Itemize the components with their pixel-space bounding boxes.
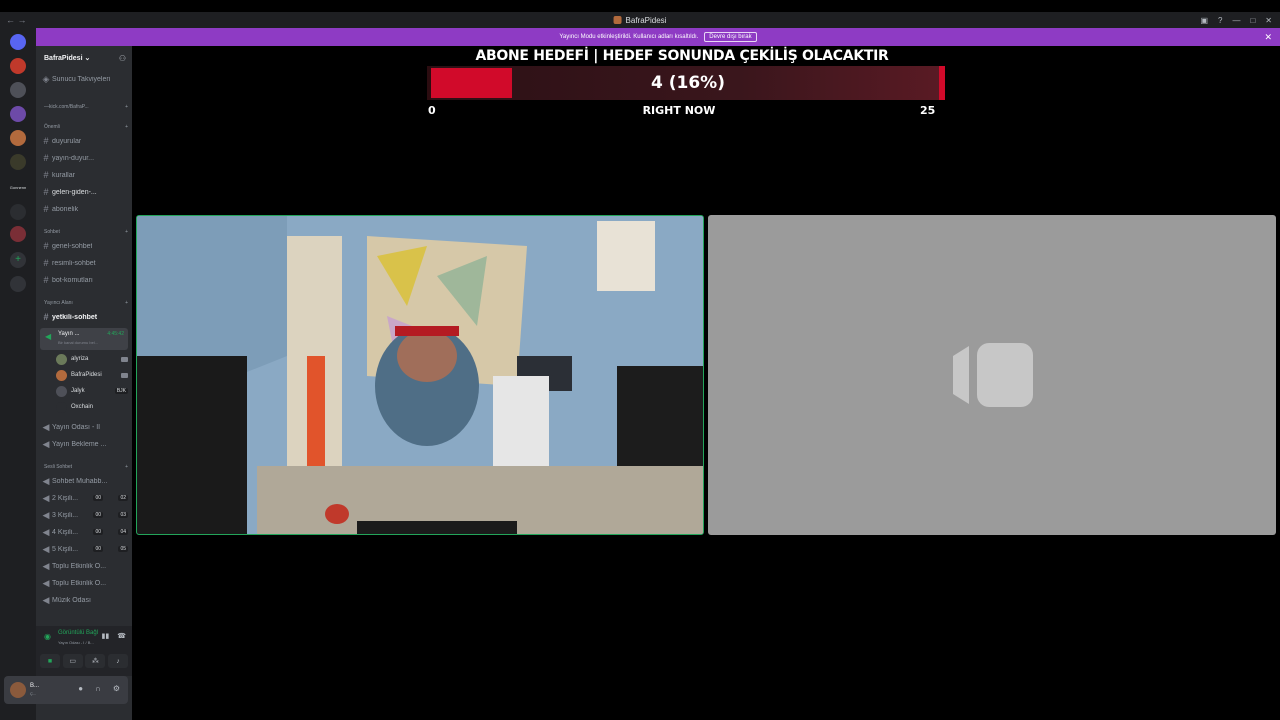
camera-icon xyxy=(121,356,128,362)
streamer-mode-notice: Yayıncı Modu etkinleştirildi. Kullanıcı … xyxy=(36,28,1280,46)
channel-gelen-giden[interactable]: # gelen-giden-... xyxy=(40,185,128,199)
avatar[interactable] xyxy=(10,682,26,698)
category-chat[interactable]: Sohbet + xyxy=(44,229,128,235)
title-bar: ← → BafraPidesi ▣ ? — □ ✕ xyxy=(0,12,1280,28)
channel-duyurular[interactable]: # duyurular xyxy=(40,134,128,148)
signal-icon: ◉ xyxy=(44,632,51,641)
disable-streamer-mode-button[interactable]: Devre dışı bırak xyxy=(704,32,757,42)
window-controls: ▣ ? — □ ✕ xyxy=(1200,16,1272,25)
notice-text: Yayıncı Modu etkinleştirildi. Kullanıcı … xyxy=(559,34,699,40)
video-tile-webcam[interactable] xyxy=(136,215,704,535)
server-icon-7[interactable] xyxy=(10,226,26,242)
window-title: BafraPidesi xyxy=(613,16,666,25)
server-icon-6[interactable] xyxy=(10,204,26,220)
camera-icon xyxy=(121,372,128,378)
server-list: Gonnenn + xyxy=(0,28,36,720)
channel-resimli-sohbet[interactable]: # resimli-sohbet xyxy=(40,256,128,270)
server-icon-5[interactable] xyxy=(10,154,26,170)
voice-channel[interactable]: ◀ Müzik Odası xyxy=(40,593,128,607)
avatar xyxy=(56,369,67,381)
server-name[interactable]: BafraPidesi ⌄ xyxy=(44,54,90,62)
help-icon[interactable]: ? xyxy=(1218,16,1222,25)
category-streamer-area[interactable]: Yayıncı Alanı + xyxy=(44,300,128,306)
channel-sidebar: BafraPidesi ⌄ ⚇ ◈ Sunucu Takviyeleri —kic… xyxy=(36,46,132,720)
voice-channel[interactable]: ◀ 3 Kişili... 00 03 xyxy=(40,508,128,522)
voice-channel[interactable]: ◀ 2 Kişili... 00 02 xyxy=(40,491,128,505)
server-icon-3[interactable] xyxy=(10,106,26,122)
inbox-icon[interactable]: ▣ xyxy=(1200,16,1208,25)
disconnect-icon[interactable]: ☎ xyxy=(117,632,126,640)
voice-channel[interactable]: ◀ Sohbet Muhabb... xyxy=(40,474,128,488)
minimize-icon[interactable]: — xyxy=(1232,16,1240,25)
server-boosts[interactable]: ◈ Sunucu Takviyeleri xyxy=(40,72,128,86)
channel-yayin-duyur[interactable]: # yayın-duyur... xyxy=(40,151,128,165)
server-icon-1[interactable] xyxy=(10,58,26,74)
voice-channel[interactable]: ◀ 5 Kişili... 00 05 xyxy=(40,542,128,556)
goal-title: ABONE HEDEFİ | HEDEF SONUNDA ÇEKİLİŞ OLA… xyxy=(475,48,889,64)
voice-member[interactable]: Jalyk BJK xyxy=(56,384,128,398)
voice-channel-yayin-odasi-2[interactable]: ◀ Yayın Odası - II xyxy=(40,420,128,434)
voice-channel[interactable]: ◀ Toplu Etkinlik O... xyxy=(40,559,128,573)
channel-abonelik[interactable]: # abonelik xyxy=(40,202,128,216)
channel-yetkili-sohbet[interactable]: # yetkili-sohbet xyxy=(40,310,128,324)
category-voice-chat[interactable]: Sesli Sohbet + xyxy=(44,464,128,470)
camera-button[interactable]: ■ xyxy=(40,654,60,668)
channel-kurallar[interactable]: # kurallar xyxy=(40,168,128,182)
voice-channel[interactable]: ◀ Toplu Etkinlik O... xyxy=(40,576,128,590)
voice-member[interactable]: BafraPidesi xyxy=(56,368,128,382)
microphone-icon[interactable]: ● xyxy=(78,684,83,693)
avatar xyxy=(56,353,67,365)
server-icon-2[interactable] xyxy=(10,82,26,98)
discover-icon[interactable] xyxy=(10,276,26,292)
headphones-icon[interactable]: ∩ xyxy=(95,684,101,693)
goal-min: 0 xyxy=(428,104,436,117)
goal-value: 4 (16%) xyxy=(651,73,725,93)
video-tile-camera-off[interactable] xyxy=(708,215,1276,535)
channel-bot-komutlari[interactable]: # bot-komutları xyxy=(40,273,128,287)
avatar xyxy=(56,385,67,397)
noise-suppression-icon[interactable]: ▮▮ xyxy=(102,632,110,640)
voice-channel[interactable]: ◀ 4 Kişili... 00 04 xyxy=(40,525,128,539)
maximize-icon[interactable]: □ xyxy=(1250,16,1255,25)
goal-now-label: RIGHT NOW xyxy=(642,104,716,117)
add-member-icon[interactable]: ⚇ xyxy=(119,54,126,63)
close-notice-icon[interactable]: ✕ xyxy=(1264,32,1272,43)
soundboard-button[interactable]: ♪ xyxy=(107,654,128,668)
voice-member[interactable]: Oxchain xyxy=(56,400,128,414)
close-window-icon[interactable]: ✕ xyxy=(1265,16,1272,25)
webcam-feed xyxy=(137,216,703,534)
avatar xyxy=(56,401,67,413)
boost-icon: ◈ xyxy=(42,73,50,84)
goal-max: 25 xyxy=(920,104,936,117)
server-icon-4[interactable] xyxy=(10,130,26,146)
voice-channel-yayin-bekleme[interactable]: ◀ Yayın Bekleme ... xyxy=(40,437,128,451)
screen-share-button[interactable]: ▭ xyxy=(62,654,83,668)
speaker-icon: ◀ xyxy=(45,332,52,341)
discord-home-icon[interactable] xyxy=(10,34,26,50)
server-icon xyxy=(613,16,622,24)
channel-genel-sohbet[interactable]: # genel-sohbet xyxy=(40,239,128,253)
activities-button[interactable]: ⁂ xyxy=(85,654,106,668)
goal-progress-bar: 4 (16%) xyxy=(427,66,945,100)
camera-off-icon xyxy=(953,343,1033,407)
voice-connection-panel: ◉ Görüntülü Bağl Yayın Odası - I / B... … xyxy=(36,626,132,676)
category-important[interactable]: Önemli + xyxy=(44,124,128,130)
active-voice-channel[interactable]: ◀ Yayın ... 4:45:42 Bir kanal durumu bel… xyxy=(40,328,128,350)
voice-member[interactable]: alyriza xyxy=(56,352,128,366)
back-icon[interactable]: ← → xyxy=(6,15,27,25)
add-server-icon[interactable]: + xyxy=(10,252,26,268)
server-folder-label: Gonnenn xyxy=(9,185,27,190)
user-panel: B... Ç... ● ∩ ⚙ xyxy=(4,676,128,704)
settings-icon[interactable]: ⚙ xyxy=(113,684,120,693)
category-link[interactable]: —kick.com/BafraP... + xyxy=(44,104,128,110)
